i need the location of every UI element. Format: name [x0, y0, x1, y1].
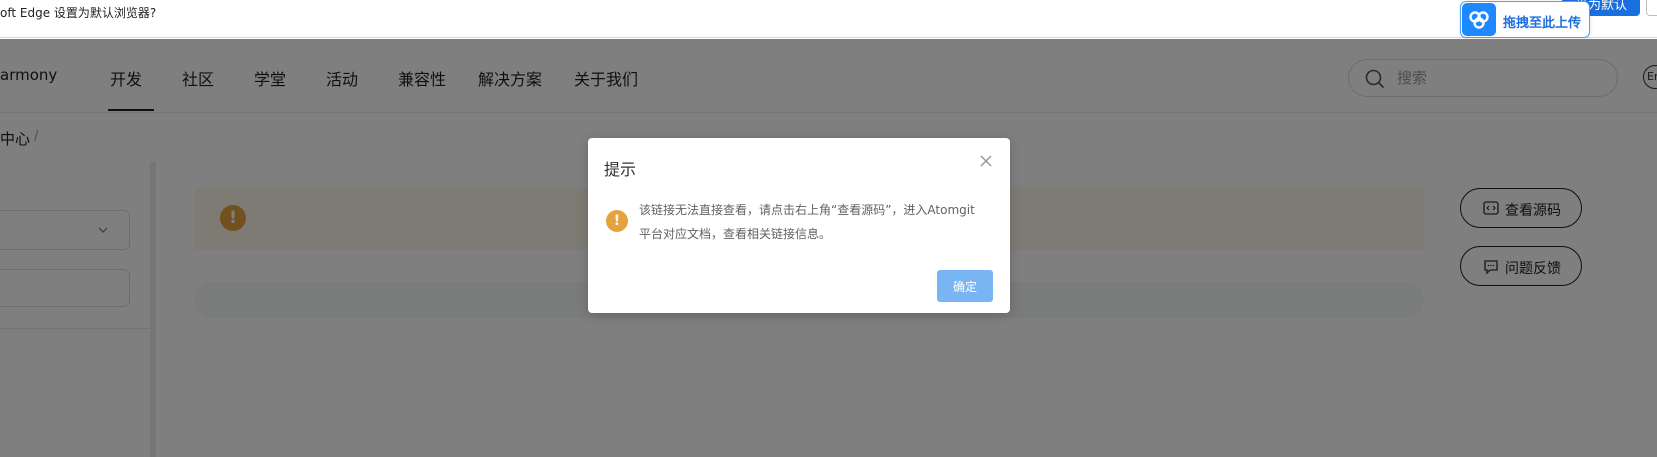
browser-infobar: oft Edge 设置为默认浏览器? 设为默认: [0, 0, 1657, 38]
infobar-message: oft Edge 设置为默认浏览器?: [0, 6, 157, 20]
upload-label: 拖拽至此上传: [1503, 16, 1582, 31]
message-dialog: 提示 ! 该链接无法直接查看，请点击右上角“查看源码”，进入Atomgit平台对…: [588, 138, 1010, 313]
confirm-button[interactable]: 确定: [937, 270, 993, 302]
warning-icon: !: [606, 210, 628, 232]
dialog-title: 提示: [604, 160, 637, 179]
infobar-secondary-button[interactable]: [1646, 0, 1657, 16]
drag-upload-widget[interactable]: 拖拽至此上传: [1460, 1, 1590, 38]
dialog-message: 该链接无法直接查看，请点击右上角“查看源码”，进入Atomgit平台对应文档，查…: [639, 203, 975, 241]
close-icon[interactable]: [979, 154, 993, 168]
baidu-netdisk-icon: [1462, 3, 1496, 36]
